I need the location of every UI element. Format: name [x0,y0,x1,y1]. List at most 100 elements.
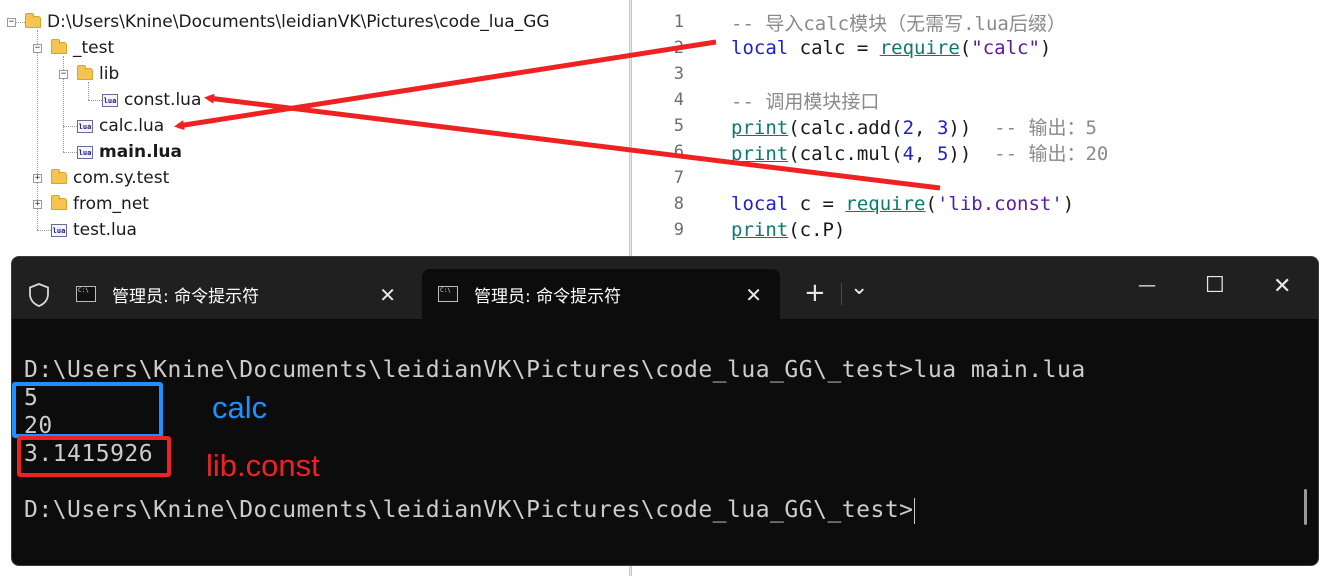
code-text: , [914,142,937,165]
chevron-down-icon[interactable]: ⌄ [850,275,868,300]
calc-annotation-label: calc [212,390,268,425]
code-comment: -- 输出：20 [994,142,1109,165]
tree-item-from-net[interactable]: from_net [51,191,149,217]
expand-com-toggle[interactable]: + [33,174,42,183]
code-text: (calc.add( [788,116,903,139]
tree-item-label: from_net [73,194,149,214]
code-text: c = [788,193,846,215]
tab-close-button[interactable]: ✕ [745,283,762,307]
shield-icon[interactable] [28,283,50,307]
code-text: (c.P) [788,219,846,241]
tree-item-const-lua[interactable]: lua const.lua [102,87,201,113]
code-text: )) [948,116,995,139]
tree-item-calc-lua[interactable]: lua calc.lua [77,113,164,139]
code-line: 8 local c = require('lib.const') [632,191,1074,217]
collapse-test-toggle[interactable]: − [33,44,42,53]
tree-item-label: D:\Users\Knine\Documents\leidianVK\Pictu… [47,12,550,32]
code-line: 2 local calc = require("calc") [632,35,1052,61]
code-text: (calc.mul( [788,142,903,165]
code-line: 1 -- 导入calc模块（无需写.lua后缀） [632,9,1066,35]
code-line: 7 [632,165,684,191]
text-cursor [913,497,915,524]
line-number: 7 [673,168,684,188]
line-number: 6 [673,142,684,162]
line-number: 8 [673,194,684,214]
minimize-button[interactable]: — [1138,275,1156,296]
const-output-highlight-box [17,436,171,477]
code-text: calc = [788,37,880,59]
tree-item-label: _test [73,38,115,58]
line-number: 5 [673,116,684,136]
tree-item-test-lua[interactable]: lua test.lua [51,217,137,243]
new-tab-button[interactable]: + [804,278,826,308]
code-function: require [879,37,960,59]
tree-connector [88,100,102,101]
folder-icon [51,195,67,210]
line-number: 1 [673,12,684,32]
code-text: ) [1039,37,1052,59]
code-string: 'lib.const' [936,193,1063,215]
terminal-command-line: D:\Users\Knine\Documents\leidianVK\Pictu… [24,357,1086,383]
folder-icon [51,169,67,184]
tree-item-main-lua[interactable]: lua main.lua [77,139,182,165]
collapse-root-toggle[interactable]: − [7,18,16,27]
code-line: 4 -- 调用模块接口 [632,87,880,113]
code-line: 9 print(c.P) [632,217,846,243]
terminal-window[interactable]: 管理员: 命令提示符 ✕ 管理员: 命令提示符 ✕ + ⌄ — ☐ ✕ D:\U… [11,256,1319,566]
tree-item-label: const.lua [124,90,202,110]
code-function: print [731,116,789,139]
expand-fromnet-toggle[interactable]: + [33,200,42,209]
lua-file-icon: lua [102,93,118,107]
tab-command-prompt-1[interactable]: 管理员: 命令提示符 ✕ [60,269,414,319]
code-number: 2 [902,116,915,139]
code-keyword: local [731,37,789,59]
line-number: 9 [673,220,684,240]
terminal-prompt-text: D:\Users\Knine\Documents\leidianVK\Pictu… [24,497,914,523]
code-number: 4 [902,142,915,165]
collapse-lib-toggle[interactable]: − [59,70,68,79]
tree-connector [63,126,77,127]
tab-command-prompt-2[interactable]: 管理员: 命令提示符 ✕ [422,269,780,319]
tree-connector [63,152,77,153]
code-line: 5 print(calc.add(2, 3)) -- 输出：5 [632,113,1097,139]
tab-close-button[interactable]: ✕ [379,283,396,307]
code-number: 3 [936,116,949,139]
line-number: 2 [673,38,684,58]
terminal-titlebar[interactable]: 管理员: 命令提示符 ✕ 管理员: 命令提示符 ✕ + ⌄ — ☐ ✕ [12,257,1318,319]
folder-icon [25,13,41,28]
code-line: 3 [632,61,684,87]
tree-item-label: calc.lua [99,116,165,136]
tree-item-test[interactable]: _test [51,35,114,61]
command-prompt-icon [76,286,96,302]
tree-item-root[interactable]: D:\Users\Knine\Documents\leidianVK\Pictu… [25,9,550,35]
code-line: 6 print(calc.mul(4, 5)) -- 输出：20 [632,139,1109,165]
tab-separator [841,283,842,305]
tree-item-lib[interactable]: lib [77,61,119,87]
code-text: ( [925,193,937,215]
code-string: "calc" [971,37,1040,59]
code-number: 5 [936,142,949,165]
tree-item-label: lib [99,64,120,84]
terminal-scrollbar[interactable] [1304,489,1307,525]
tree-item-label: test.lua [73,220,137,240]
code-text: ) [1062,193,1075,215]
maximize-button[interactable]: ☐ [1205,273,1225,298]
tree-item-com-sy-test[interactable]: com.sy.test [51,165,169,191]
line-number: 4 [673,90,684,110]
code-text: ( [959,37,972,59]
tree-connector [37,230,51,231]
tree-item-label: main.lua [99,142,182,162]
code-function: print [731,142,789,165]
lua-file-icon: lua [51,223,67,237]
command-prompt-icon [438,286,458,302]
folder-icon [51,39,67,54]
terminal-prompt-line[interactable]: D:\Users\Knine\Documents\leidianVK\Pictu… [24,497,915,524]
code-text: , [914,116,937,139]
lua-file-icon: lua [77,119,93,133]
lib-const-annotation-label: lib.const [206,448,320,483]
calc-output-highlight-box [12,382,163,438]
code-comment: -- 输出：5 [994,116,1097,139]
tab-title: 管理员: 命令提示符 [474,286,622,307]
window-close-button[interactable]: ✕ [1273,274,1291,299]
folder-icon [77,65,93,80]
